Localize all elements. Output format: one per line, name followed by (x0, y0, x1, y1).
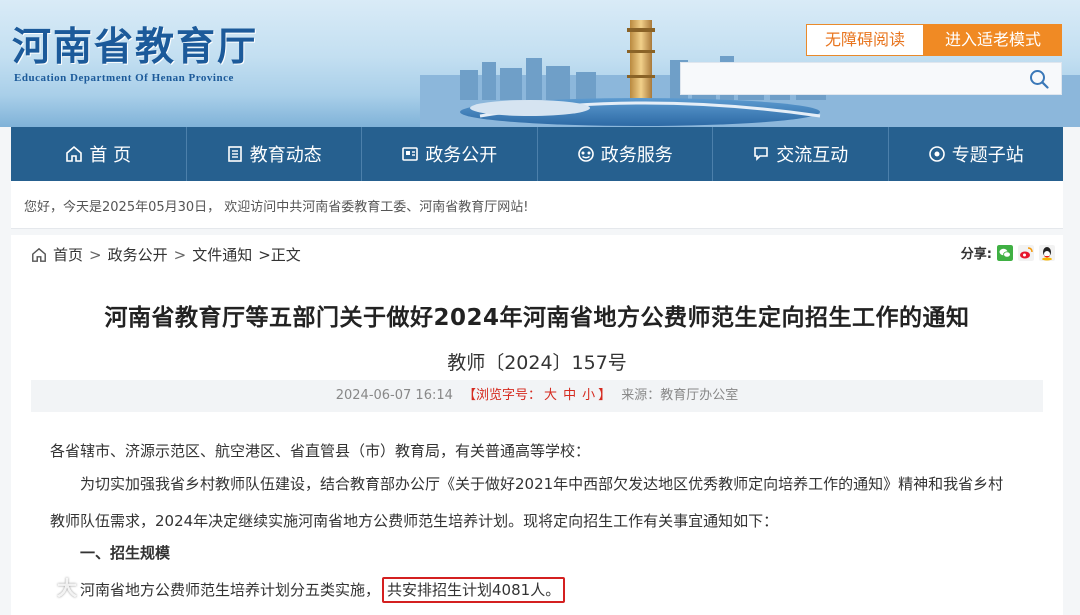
breadcrumb-notices[interactable]: 文件通知 (192, 244, 252, 265)
breadcrumb-home[interactable]: 首页 (53, 244, 83, 265)
font-size-large[interactable]: 大 (544, 388, 557, 403)
search-input[interactable] (681, 63, 1031, 94)
nav-item-label: 教育动态 (249, 145, 322, 166)
font-size-small[interactable]: 小 (582, 388, 595, 403)
highlighted-quota: 共安排招生计划4081人。 (382, 577, 566, 603)
watermark-logo-icon (11, 580, 45, 599)
nav-item-home[interactable]: 首 页 (11, 127, 187, 181)
nav-item-label: 专题子站 (951, 145, 1024, 166)
addressee-paragraph: 各省辖市、济源示范区、航空港区、省直管县（市）教育局，有关普通高等学校： (50, 442, 591, 460)
news-icon (227, 146, 242, 162)
breadcrumb-current: >正文 (258, 246, 301, 264)
font-size-medium[interactable]: 中 (563, 388, 576, 403)
accessibility-reading-button[interactable]: 无障碍阅读 (806, 24, 924, 56)
section-heading: 一、招生规模 (80, 544, 171, 562)
article-source: 来源：教育厅办公室 (621, 388, 739, 403)
qq-icon[interactable] (1039, 244, 1055, 261)
home-icon (66, 145, 83, 162)
watermark-text: 大 (56, 576, 77, 600)
wechat-icon[interactable] (997, 244, 1013, 261)
header-banner: 河南省教育厅 Education Department Of Henan Pro… (0, 0, 1080, 127)
nav-item-news[interactable]: 教育动态 (187, 127, 362, 181)
document-icon (402, 147, 419, 161)
publish-date: 2024-06-07 16:14 (335, 388, 453, 403)
font-size-selector: 【浏览字号：大中小】 (463, 388, 611, 403)
breadcrumb-government-affairs[interactable]: 政务公开 (108, 244, 168, 265)
topic-icon (928, 146, 945, 162)
intro-paragraph-line-2: 教师队伍需求，2024年决定继续实施河南省地方公费师范生培养计划。现将定向招生工… (50, 512, 779, 530)
nav-item-label: 政务公开 (425, 145, 498, 166)
nav-item-services[interactable]: 政务服务 (538, 127, 713, 181)
search-box (680, 62, 1062, 95)
site-title: 河南省教育厅 (12, 24, 259, 70)
watermark: 大 (10, 572, 130, 600)
welcome-text: 您好，今天是2025年05月30日， 欢迎访问中共河南省委教育工委、河南省教育厅… (24, 200, 529, 215)
article-meta: 2024-06-07 16:14 【浏览字号：大中小】 来源：教育厅办公室 (31, 380, 1043, 412)
chat-icon (754, 147, 769, 161)
breadcrumb-separator: > (89, 245, 102, 264)
nav-item-interaction[interactable]: 交流互动 (713, 127, 889, 181)
scale-paragraph: 河南省地方公费师范生培养计划分五类实施， 共安排招生计划4081人。 (80, 577, 566, 603)
share-bar: 分享: (961, 243, 1055, 262)
welcome-bar: 您好，今天是2025年05月30日， 欢迎访问中共河南省委教育工委、河南省教育厅… (11, 181, 1063, 229)
share-label: 分享: (960, 247, 992, 262)
font-size-label: 【浏览字号： (463, 388, 542, 403)
weibo-icon[interactable] (1018, 244, 1034, 261)
nav-item-label: 政务服务 (600, 145, 673, 166)
article-title: 河南省教育厅等五部门关于做好2024年河南省地方公费师范生定向招生工作的通知 (104, 305, 970, 331)
service-icon (577, 146, 594, 162)
article-panel: 首页 > 政务公开 > 文件通知 >正文 分享: 河南省教育厅等五部门关于做好2… (11, 235, 1063, 615)
search-icon[interactable] (1029, 69, 1049, 89)
intro-paragraph-line-1: 为切实加强我省乡村教师队伍建设，结合教育部办公厅《关于做好2021年中西部欠发达… (80, 475, 1004, 493)
nav-item-label: 交流互动 (776, 145, 849, 166)
document-number: 教师〔2024〕157号 (447, 352, 627, 374)
elderly-mode-button[interactable]: 进入适老模式 (924, 24, 1062, 56)
breadcrumb-separator: > (173, 245, 187, 264)
home-icon (32, 247, 46, 262)
nav-item-government-affairs[interactable]: 政务公开 (362, 127, 538, 181)
nav-item-label: 首 页 (89, 145, 132, 166)
nav-item-topics[interactable]: 专题子站 (889, 127, 1064, 181)
font-size-close: 】 (598, 388, 612, 403)
main-nav: 首 页 教育动态 政务公开 政务服务 交流互动 专题子站 (11, 127, 1063, 181)
site-subtitle: Education Department Of Henan Province (14, 72, 234, 84)
breadcrumb: 首页 > 政务公开 > 文件通知 >正文 (31, 244, 301, 265)
